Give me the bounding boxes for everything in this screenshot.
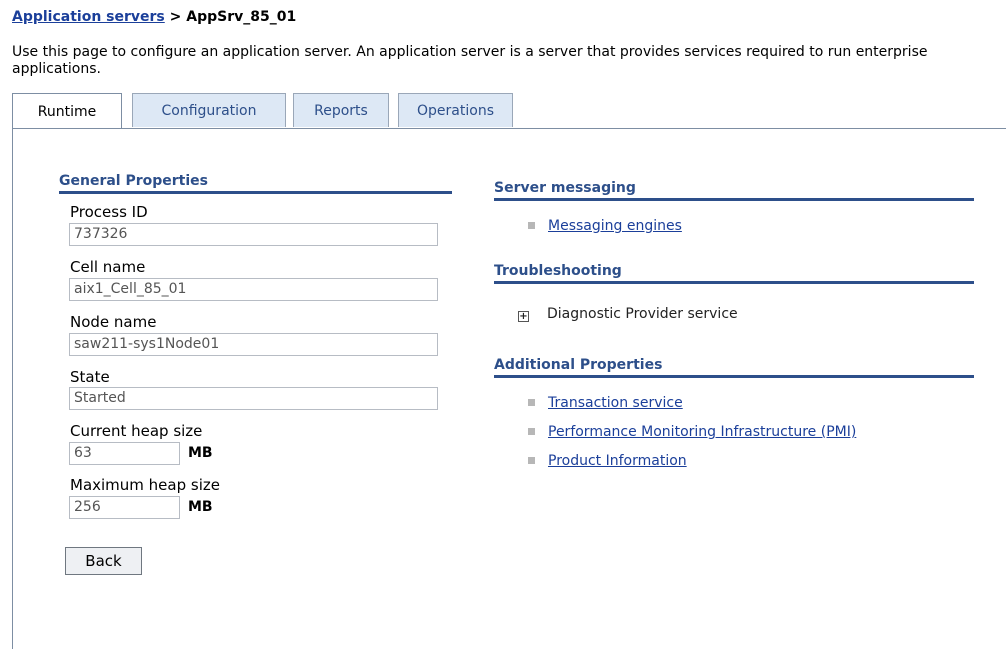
cell-name-field: aix1_Cell_85_01 (69, 278, 438, 301)
node-name-field: saw211-sys1Node01 (69, 333, 438, 356)
state-label: State (70, 368, 110, 386)
square-bullet-icon (528, 428, 535, 435)
server-messaging-heading: Server messaging (494, 180, 974, 201)
square-bullet-icon (528, 399, 535, 406)
application-server-page: Application servers > AppSrv_85_01 Use t… (0, 0, 1006, 649)
cell-name-label: Cell name (70, 258, 146, 276)
messaging-engines-link[interactable]: Messaging engines (548, 218, 682, 234)
troubleshooting-heading: Troubleshooting (494, 263, 974, 284)
state-field: Started (69, 387, 438, 410)
tab-operations[interactable]: Operations (398, 93, 513, 127)
node-name-label: Node name (70, 313, 157, 331)
breadcrumb-application-servers-link[interactable]: Application servers (12, 9, 165, 25)
tab-divider (12, 128, 1006, 129)
tab-runtime[interactable]: Runtime (12, 93, 122, 129)
current-heap-size-label: Current heap size (70, 422, 203, 440)
pmi-link[interactable]: Performance Monitoring Infrastructure (P… (548, 424, 856, 440)
square-bullet-icon (528, 222, 535, 229)
process-id-label: Process ID (70, 203, 148, 221)
content-frame-border (12, 128, 13, 649)
process-id-field: 737326 (69, 223, 438, 246)
transaction-service-link[interactable]: Transaction service (548, 395, 683, 411)
page-description: Use this page to configure an applicatio… (12, 44, 928, 77)
diagnostic-provider-service-item[interactable]: Diagnostic Provider service (547, 306, 738, 322)
max-heap-unit: MB (188, 499, 213, 515)
square-bullet-icon (528, 457, 535, 464)
additional-properties-heading: Additional Properties (494, 357, 974, 378)
breadcrumb-separator: > (169, 9, 182, 25)
breadcrumb-current: AppSrv_85_01 (186, 9, 297, 25)
plus-expand-icon[interactable]: + (518, 311, 529, 322)
tab-configuration[interactable]: Configuration (132, 93, 286, 127)
product-information-link[interactable]: Product Information (548, 453, 687, 469)
general-properties-heading: General Properties (59, 173, 452, 194)
current-heap-size-field: 63 (69, 442, 180, 465)
max-heap-size-field: 256 (69, 496, 180, 519)
tab-reports[interactable]: Reports (293, 93, 389, 127)
breadcrumb: Application servers > AppSrv_85_01 (12, 9, 296, 25)
current-heap-unit: MB (188, 445, 213, 461)
back-button[interactable]: Back (65, 547, 142, 575)
max-heap-size-label: Maximum heap size (70, 476, 220, 494)
